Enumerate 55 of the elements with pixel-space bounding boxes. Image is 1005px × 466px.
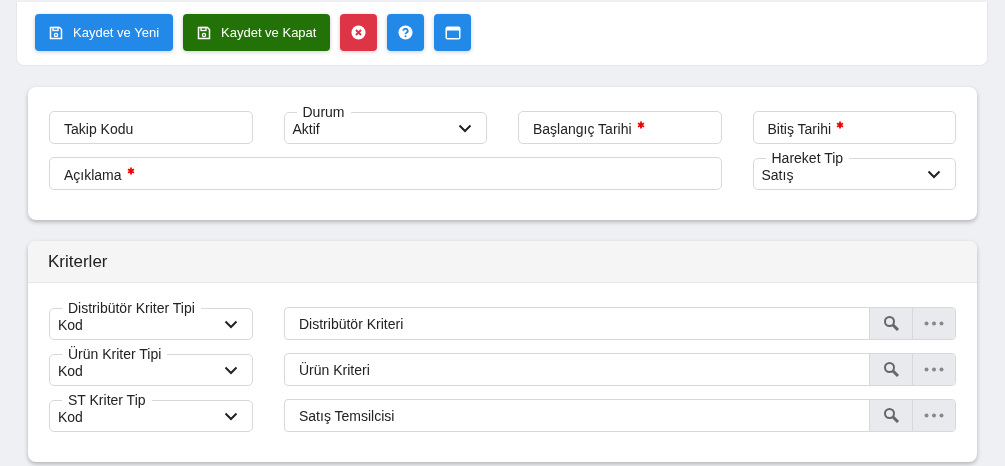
search-icon bbox=[882, 407, 900, 424]
text-field[interactable]: Açıklama bbox=[49, 157, 722, 190]
dropdown-field[interactable]: ST Kriter Tip Kod bbox=[49, 393, 253, 432]
save-button[interactable]: Kaydet ve Yeni bbox=[35, 14, 174, 51]
close-icon bbox=[351, 25, 367, 40]
search-icon bbox=[882, 361, 900, 378]
section-title: Kriterler bbox=[28, 241, 977, 283]
dropdown-field[interactable]: Hareket Tip Satış bbox=[752, 151, 956, 190]
chevron-icon bbox=[927, 169, 941, 179]
more-icon bbox=[924, 367, 944, 372]
field-label: Satış Temsilcisi bbox=[298, 406, 396, 426]
dropdown-field[interactable]: Durum Aktif bbox=[283, 105, 487, 144]
field-label: Hareket Tip bbox=[771, 150, 844, 166]
select-value: Kod bbox=[58, 363, 83, 379]
select-value: Aktif bbox=[292, 121, 320, 137]
field-label: Distribütör Kriter Tipi bbox=[68, 300, 195, 316]
field-label: Başlangıç Tarihi bbox=[533, 120, 632, 137]
field-label: Ürün Kriter Tipi bbox=[68, 346, 162, 362]
dropdown-field[interactable]: Ürün Kriter Tipi Kod bbox=[49, 347, 253, 386]
field-label: Distribütör Kriteri bbox=[298, 314, 405, 334]
window-button[interactable] bbox=[434, 14, 472, 51]
field-label: Durum bbox=[302, 104, 345, 120]
field-label: Ürün Kriteri bbox=[298, 360, 371, 380]
save-button[interactable]: Kaydet ve Kapat bbox=[183, 14, 331, 51]
select-value: Kod bbox=[58, 317, 83, 333]
field-label: Takip Kodu bbox=[64, 120, 134, 137]
search-button[interactable] bbox=[869, 354, 912, 385]
text-field[interactable]: Başlangıç Tarihi bbox=[518, 111, 722, 144]
field-label: Açıklama bbox=[64, 166, 122, 183]
select-value: Kod bbox=[58, 409, 83, 425]
more-button[interactable] bbox=[912, 400, 955, 431]
more-button[interactable] bbox=[912, 308, 955, 339]
search-icon bbox=[882, 315, 900, 332]
lookup-field[interactable]: Distribütör Kriteri bbox=[284, 307, 956, 340]
lookup-field[interactable]: Ürün Kriteri bbox=[284, 353, 956, 386]
search-button[interactable] bbox=[869, 400, 912, 431]
chevron-icon bbox=[224, 411, 238, 421]
dropdown-field[interactable]: Distribütör Kriter Tipi Kod bbox=[49, 301, 253, 340]
more-icon bbox=[924, 321, 944, 326]
text-field[interactable]: Bitiş Tarihi bbox=[752, 111, 956, 144]
chevron-icon bbox=[458, 123, 472, 133]
window-icon bbox=[444, 25, 461, 40]
chevron-icon bbox=[224, 319, 238, 329]
search-button[interactable] bbox=[869, 308, 912, 339]
lookup-field[interactable]: Satış Temsilcisi bbox=[284, 399, 956, 432]
text-field[interactable]: Takip Kodu bbox=[49, 111, 253, 144]
chevron-icon bbox=[224, 365, 238, 375]
cancel-button[interactable] bbox=[340, 14, 378, 51]
field-label: ST Kriter Tip bbox=[68, 392, 146, 408]
field-label: Bitiş Tarihi bbox=[767, 120, 832, 137]
help-icon bbox=[398, 25, 414, 40]
more-icon bbox=[924, 413, 944, 418]
help-button[interactable] bbox=[387, 14, 425, 51]
more-button[interactable] bbox=[912, 354, 955, 385]
select-value: Satış bbox=[761, 167, 794, 183]
